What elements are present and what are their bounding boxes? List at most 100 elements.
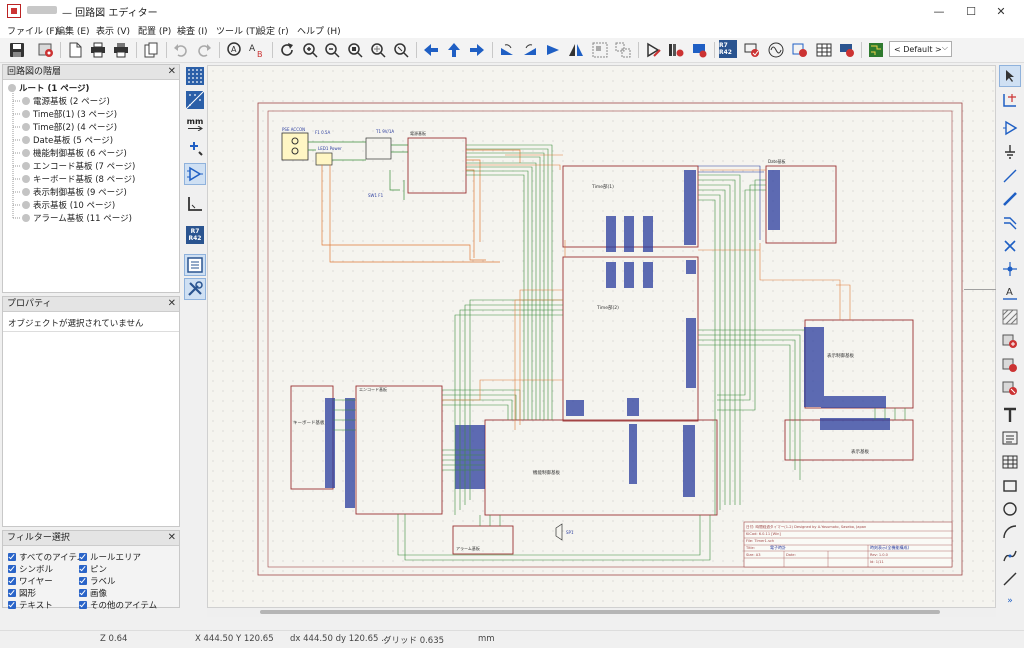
tree-item-keyboard[interactable]: キーボード基板 (8 ページ) [22, 173, 135, 185]
footprint-assign-icon[interactable] [689, 40, 709, 60]
select-tool-icon[interactable] [999, 65, 1021, 87]
tree-item-alarm[interactable]: アラーム基板 (11 ページ) [22, 212, 132, 224]
filter-pins[interactable]: ピン [79, 563, 107, 575]
properties-panel-close-button[interactable]: ✕ [168, 297, 176, 311]
mirror-vertical-icon[interactable] [566, 40, 586, 60]
add-global-label-icon[interactable] [999, 330, 1021, 352]
generate-netlist-icon[interactable] [837, 40, 857, 60]
schematic-drawing[interactable]: PSE ACCON F1 0.5A T1 9V/1A LED1 Power SW… [207, 65, 996, 608]
tree-item-function[interactable]: 機能制御基板 (6 ページ) [22, 147, 127, 159]
add-table-icon[interactable] [999, 451, 1021, 473]
zoom-fit-icon[interactable] [345, 40, 365, 60]
menu-settings[interactable]: 設定 (r) [257, 24, 289, 37]
tree-item-display[interactable]: 表示基板 (10 ページ) [22, 199, 115, 211]
rotate-cw-icon[interactable] [520, 40, 540, 60]
ungroup-icon[interactable] [613, 40, 633, 60]
redo-icon[interactable] [194, 40, 214, 60]
add-wire-icon[interactable] [999, 165, 1021, 187]
annotate-button[interactable]: R7 R42 [719, 40, 737, 58]
filter-rule-areas[interactable]: ルールエリア [79, 551, 141, 563]
menu-file[interactable]: ファイル (F) [7, 24, 58, 37]
add-label-icon[interactable]: A [999, 282, 1021, 304]
zoom-selection-icon[interactable] [391, 40, 411, 60]
navigate-back-icon[interactable] [421, 40, 441, 60]
filter-wires[interactable]: ワイヤー [8, 575, 53, 587]
add-rule-area-icon[interactable] [999, 306, 1021, 328]
add-arc-icon[interactable] [999, 521, 1021, 543]
tree-item-time2[interactable]: Time部(2) (4 ページ) [22, 121, 117, 133]
horizontal-scrollbar-thumb[interactable] [260, 610, 940, 614]
pcb-editor-icon[interactable] [866, 40, 886, 60]
add-sheet-pin-icon[interactable] [999, 377, 1021, 399]
paste-icon[interactable] [141, 40, 161, 60]
erc-icon[interactable] [742, 40, 762, 60]
menu-place[interactable]: 配置 (P) [138, 24, 171, 37]
fields-table-icon[interactable] [814, 40, 834, 60]
filter-images[interactable]: 画像 [79, 587, 107, 599]
filter-other-items[interactable]: その他のアイテム [79, 599, 157, 611]
navigate-up-icon[interactable] [444, 40, 464, 60]
zoom-objects-icon[interactable] [368, 40, 388, 60]
bom-icon[interactable] [790, 40, 810, 60]
rotate-ccw-icon[interactable] [497, 40, 517, 60]
filter-graphics[interactable]: 図形 [8, 587, 36, 599]
tree-item-time1[interactable]: Time部(1) (3 ページ) [22, 108, 117, 120]
view-preset-select[interactable]: < Default > ⌵ [889, 41, 952, 57]
add-textbox-icon[interactable] [999, 427, 1021, 449]
find-icon[interactable]: A [224, 40, 244, 60]
add-text-icon[interactable] [999, 404, 1021, 426]
show-hidden-pins-icon[interactable] [184, 163, 206, 185]
group-icon[interactable] [590, 40, 610, 60]
zoom-out-icon[interactable] [322, 40, 342, 60]
grid-toggle-icon[interactable] [184, 65, 206, 87]
add-line-icon[interactable] [999, 568, 1021, 590]
mirror-horizontal-icon[interactable] [543, 40, 563, 60]
filter-symbols[interactable]: シンボル [8, 563, 53, 575]
filter-labels[interactable]: ラベル [79, 575, 116, 587]
save-icon[interactable] [7, 40, 27, 60]
close-button[interactable]: ✕ [978, 0, 1024, 22]
add-symbol-icon[interactable] [999, 117, 1021, 139]
add-rectangle-icon[interactable] [999, 475, 1021, 497]
refresh-icon[interactable] [277, 40, 297, 60]
menu-inspect[interactable]: 検査 (I) [177, 24, 208, 37]
filter-all-items[interactable]: すべてのアイテム [8, 551, 85, 563]
find-replace-icon[interactable]: AB [247, 40, 267, 60]
more-tools-icon[interactable]: » [999, 590, 1021, 612]
navigate-forward-icon[interactable] [467, 40, 487, 60]
units-toggle[interactable]: mm [184, 113, 206, 135]
menu-help[interactable]: ヘルプ (H) [297, 24, 341, 37]
grid-overrides-icon[interactable] [184, 89, 206, 111]
add-bus-icon[interactable] [999, 188, 1021, 210]
cursor-style-icon[interactable] [184, 137, 206, 159]
add-power-icon[interactable] [999, 141, 1021, 163]
annotate-side-button[interactable]: R7 R42 [184, 224, 206, 246]
tree-item-date[interactable]: Date基板 (5 ページ) [22, 134, 113, 146]
filter-text[interactable]: テキスト [8, 599, 53, 611]
add-hier-label-icon[interactable] [999, 354, 1021, 376]
zoom-in-icon[interactable] [300, 40, 320, 60]
properties-toggle-icon[interactable] [184, 278, 206, 300]
symbol-library-icon[interactable] [666, 40, 686, 60]
no-connect-icon[interactable] [999, 235, 1021, 257]
tree-item-display-ctrl[interactable]: 表示制御基板 (9 ページ) [22, 186, 127, 198]
add-circle-icon[interactable] [999, 498, 1021, 520]
plot-icon[interactable] [111, 40, 131, 60]
simulator-icon[interactable] [766, 40, 786, 60]
tree-item-root[interactable]: ルート (1 ページ) [8, 82, 89, 94]
print-icon[interactable] [88, 40, 108, 60]
filter-panel-close-button[interactable]: ✕ [168, 531, 176, 545]
menu-view[interactable]: 表示 (V) [96, 24, 130, 37]
highlight-net-icon[interactable] [999, 89, 1021, 111]
add-junction-icon[interactable] [999, 258, 1021, 280]
symbol-editor-icon[interactable] [643, 40, 663, 60]
line-mode-icon[interactable] [184, 193, 206, 215]
hierarchy-navigator-icon[interactable] [184, 254, 206, 276]
undo-icon[interactable] [171, 40, 191, 60]
page-settings-icon[interactable] [65, 40, 85, 60]
tree-item-power[interactable]: 電源基板 (2 ページ) [22, 95, 110, 107]
menu-edit[interactable]: 編集 (E) [56, 24, 90, 37]
add-bezier-icon[interactable] [999, 545, 1021, 567]
tree-item-encode[interactable]: エンコード基板 (7 ページ) [22, 160, 135, 172]
menu-tools[interactable]: ツール (T) [216, 24, 258, 37]
